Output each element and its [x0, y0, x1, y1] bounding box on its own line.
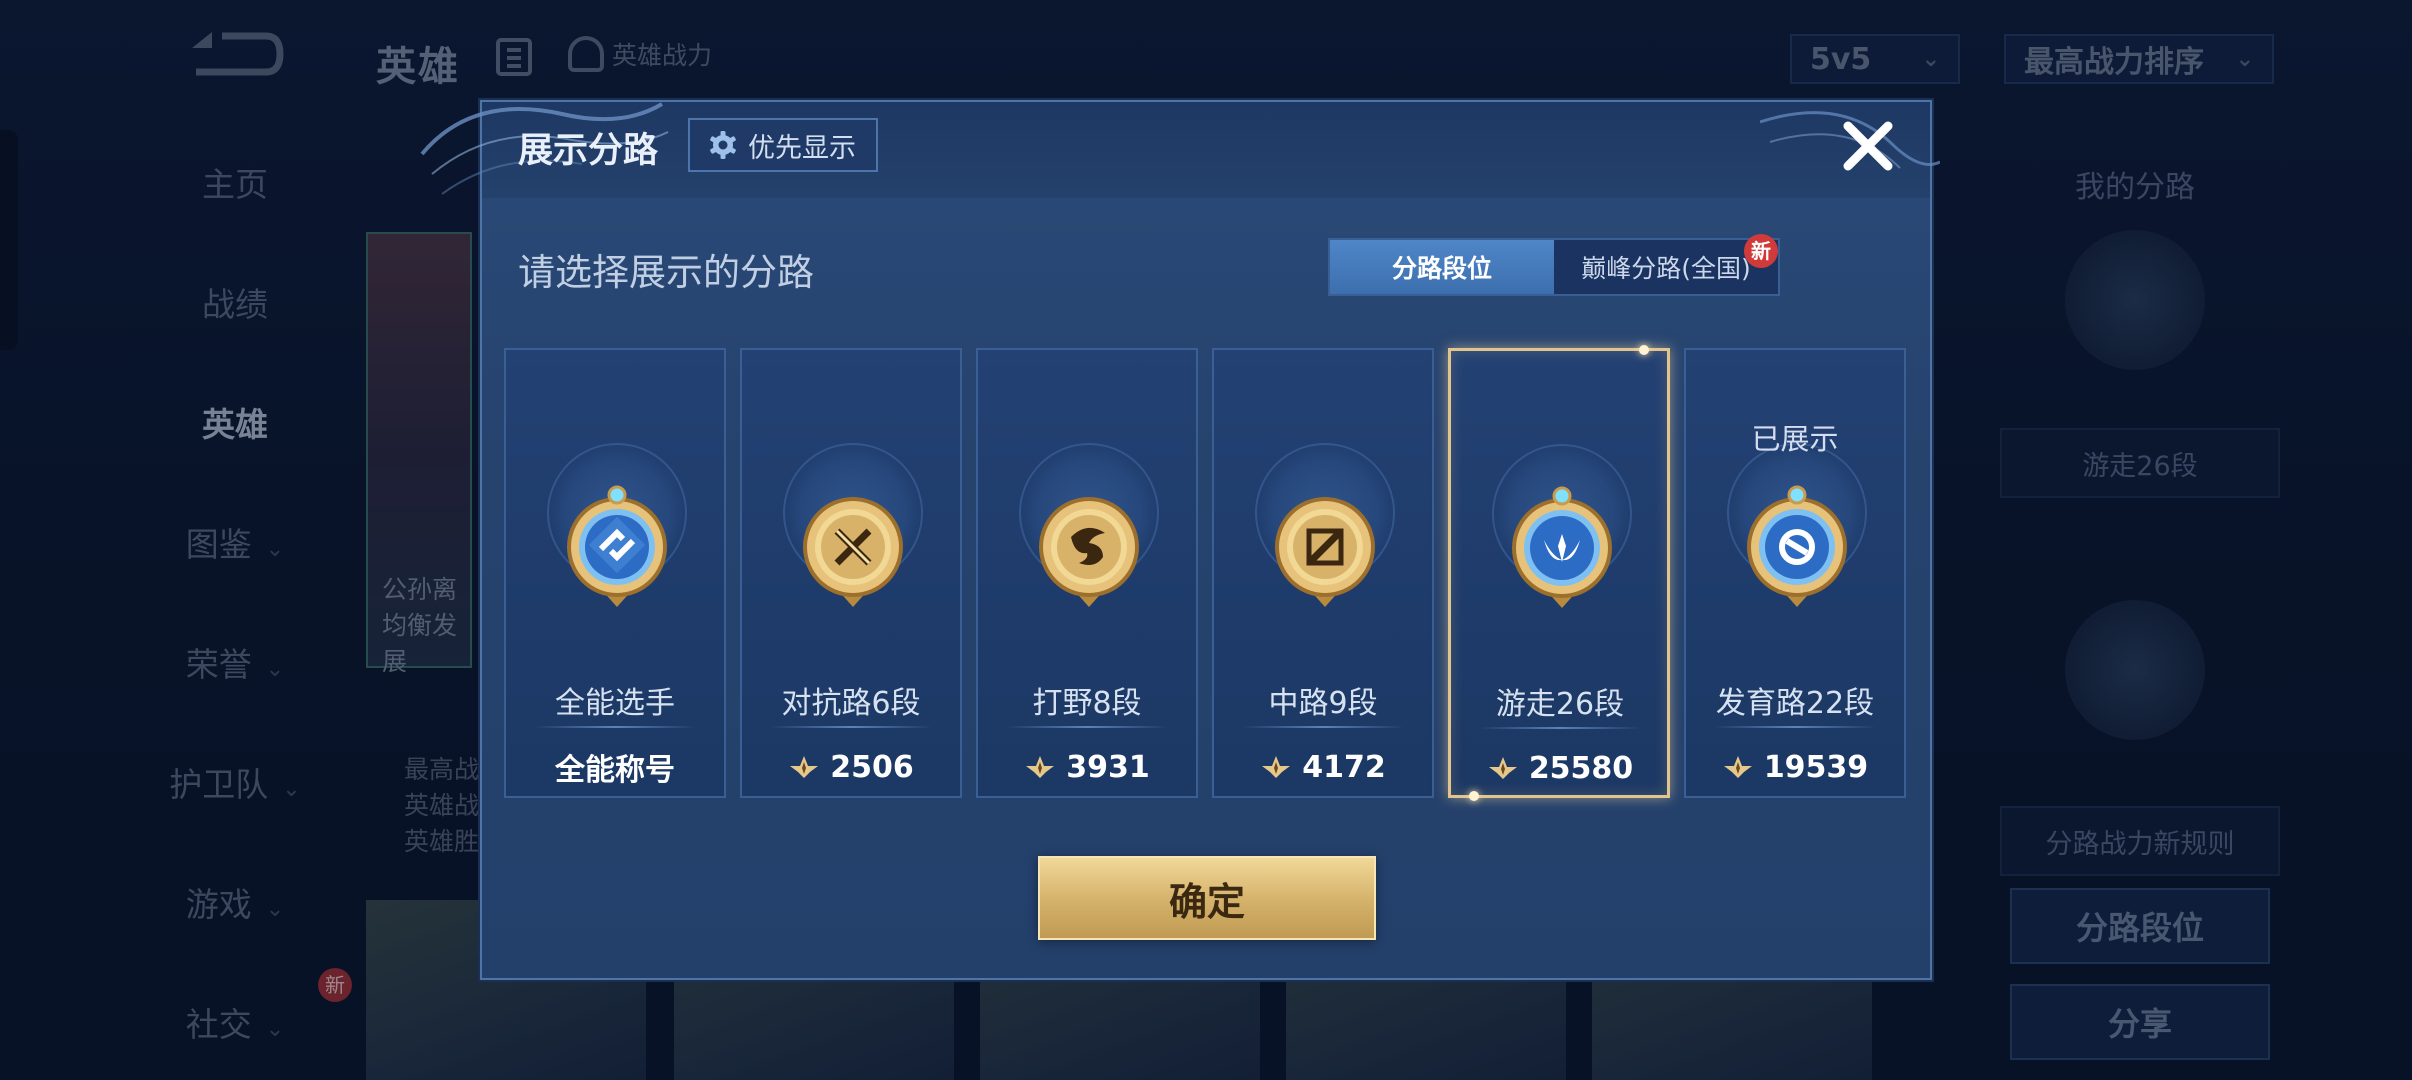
combat-power-value: 19539 [1763, 749, 1869, 785]
roam-emblem-icon [1512, 486, 1612, 608]
lane-card-clash-lane[interactable]: 对抗路6段 2506 [740, 348, 962, 798]
lane-card-footer: 全能称号 [506, 738, 724, 796]
lane-card-footer: 3931 [978, 738, 1196, 796]
farm-lane-emblem-icon [1747, 485, 1847, 607]
divider [1714, 726, 1876, 728]
tab-lane-rank[interactable]: 分路段位 [1330, 240, 1554, 294]
lane-card-roam[interactable]: 游走26段 25580 [1448, 345, 1670, 801]
dialog-title: 展示分路 [518, 131, 659, 171]
divider [1242, 726, 1404, 728]
combat-power-icon [790, 756, 819, 778]
lane-card-footer: 25580 [1451, 739, 1669, 797]
lane-rank-label: 对抗路6段 [781, 686, 921, 721]
gear-icon [710, 131, 736, 159]
priority-display-label: 优先显示 [748, 132, 856, 164]
lane-rank-label: 中路9段 [1268, 686, 1378, 721]
lane-card-all-round[interactable]: 全能选手 全能称号 [504, 348, 726, 798]
selection-corner-dot [1469, 791, 1479, 801]
title-label: 全能称号 [555, 753, 675, 788]
combat-power-value: 2506 [830, 749, 914, 785]
combat-power-icon [1488, 757, 1517, 779]
lane-rank-label: 打野8段 [1032, 686, 1142, 721]
lane-mode-tabs: 分路段位 巅峰分路(全国) [1328, 238, 1780, 296]
shown-label: 已展示 [1751, 422, 1839, 456]
combat-power-icon [1262, 756, 1291, 778]
combat-power-value: 25580 [1528, 750, 1634, 786]
lane-card-mid-lane[interactable]: 中路9段 4172 [1212, 348, 1434, 798]
lane-rank-label: 发育路22段 [1715, 686, 1875, 721]
lane-card-footer: 4172 [1214, 738, 1432, 796]
lane-card-footer: 2506 [742, 738, 960, 796]
combat-power-value: 4172 [1302, 749, 1386, 785]
new-badge: 新 [1744, 234, 1778, 268]
combat-power-value: 3931 [1066, 749, 1150, 785]
lane-rank-label: 游走26段 [1495, 687, 1625, 722]
close-icon[interactable] [1838, 116, 1898, 176]
combat-power-icon [1723, 756, 1752, 778]
jungle-emblem-icon [1039, 497, 1139, 607]
divider [534, 726, 696, 728]
clash-lane-emblem-icon [803, 497, 903, 607]
divider [1006, 726, 1168, 728]
mid-lane-emblem-icon [1275, 497, 1375, 607]
selection-corner-dot [1639, 345, 1649, 355]
divider [770, 726, 932, 728]
divider [1479, 727, 1641, 729]
lane-card-jungle[interactable]: 打野8段 3931 [976, 348, 1198, 798]
dialog-subtitle: 请选择展示的分路 [518, 251, 814, 294]
lane-rank-label: 全能选手 [555, 686, 675, 721]
game-screen: 英雄 英雄战力 5v5 ⌄ 最高战力排序 ⌄ 主页 战绩 英雄 图鉴 ⌄ 荣誉 ⌄ … [0, 0, 2412, 1080]
all-round-emblem-icon [567, 485, 667, 607]
confirm-button[interactable]: 确定 [1038, 856, 1376, 940]
priority-display-button[interactable]: 优先显示 [688, 118, 878, 172]
lane-card-farm-lane[interactable]: 已展示发育路22段 19539 [1684, 348, 1906, 798]
lane-card-footer: 19539 [1686, 738, 1904, 796]
lane-display-dialog: 展示分路 优先显示 请选择展示的分路 分路段位 巅峰分路(全国) 新 全能选手全… [420, 100, 1940, 980]
combat-power-icon [1026, 756, 1055, 778]
